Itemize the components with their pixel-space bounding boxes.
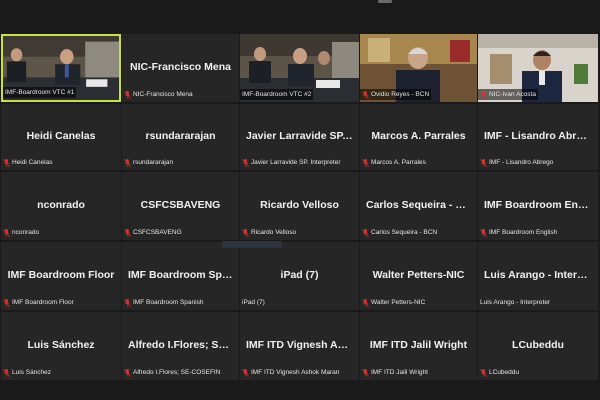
participant-label: IMF-Boardroom VTC #2 (240, 89, 314, 100)
mic-muted-icon (362, 90, 369, 99)
mic-muted-icon (242, 228, 249, 237)
participant-name: IMF - Lisandro Abrego (484, 129, 596, 142)
participant-label: IMF ITD Jalil Wright (362, 367, 475, 378)
participant-name: IMF Boardroom Spanish (128, 268, 239, 281)
mic-muted-icon (480, 368, 487, 377)
participant-label: Alfredo I.Flores; SE-COSEFIN (124, 367, 237, 378)
top-bar (0, 0, 600, 30)
participant-name: Carlos Sequeira - BCN (366, 198, 477, 211)
participant-name: Luis Sánchez (27, 338, 95, 351)
mic-muted-icon (124, 228, 131, 237)
mic-muted-icon (362, 368, 369, 377)
participant-name: IMF Boardroom English (484, 198, 598, 211)
participant-tile[interactable]: IMF ITD Jalil Wright IMF ITD Jalil Wrigh… (360, 312, 477, 380)
participant-label: Ricardo Velloso (242, 227, 357, 238)
bottom-bar (0, 380, 600, 400)
participant-tile[interactable]: Heidi Canelas Heidi Canelas (1, 104, 121, 170)
participant-label: IMF Boardroom English (480, 227, 596, 238)
mic-muted-icon (242, 368, 249, 377)
participant-name: NIC-Francisco Mena (130, 60, 231, 73)
participant-label: IMF-Boardroom VTC #1 (3, 87, 77, 98)
mic-muted-icon (124, 90, 131, 99)
mic-muted-icon (480, 158, 487, 167)
participant-name: Javier Larravide SP. Interpreter (246, 129, 359, 142)
participant-label: rsundararajan (124, 157, 237, 168)
participant-tile[interactable]: IMF ITD Vignesh Ashok Maran IMF ITD Vign… (240, 312, 359, 380)
participant-tile[interactable]: IMF - Lisandro Abrego IMF - Lisandro Abr… (478, 104, 598, 170)
participant-label: IMF ITD Vignesh Ashok Maran (242, 367, 357, 378)
mic-muted-icon (3, 228, 10, 237)
participant-tile[interactable]: iPad (7) iPad (7) (240, 242, 359, 310)
participant-tile[interactable]: IMF-Boardroom VTC #2 (240, 34, 359, 102)
participant-name: Marcos A. Parrales (371, 129, 466, 142)
mic-muted-icon (362, 158, 369, 167)
mic-muted-icon (124, 298, 131, 307)
participant-name: Luis Arango - Interpreter (484, 268, 598, 281)
view-handle[interactable] (378, 0, 392, 3)
mic-muted-icon (362, 228, 369, 237)
participant-tile[interactable]: Ovidio Reyes - BCN (360, 34, 477, 102)
participant-name: IMF ITD Vignesh Ashok Maran (246, 338, 359, 351)
participant-tile[interactable]: Alfredo I.Flores; SE-COSEFIN Alfredo I.F… (122, 312, 239, 380)
participant-label: IMF Boardroom Spanish (124, 297, 237, 308)
mic-muted-icon (242, 158, 249, 167)
participant-label: Walter Petters-NIC (362, 297, 475, 308)
participant-name: CSFCSBAVENG (140, 198, 221, 211)
participant-tile[interactable]: NIC-Ivan Acosta (478, 34, 598, 102)
participant-label: Carlos Sequeira - BCN (362, 227, 475, 238)
participant-tile[interactable]: IMF Boardroom English IMF Boardroom Engl… (478, 172, 598, 240)
participant-gallery: IMF-Boardroom VTC #1 NIC-Francisco Mena … (1, 34, 599, 380)
participant-tile[interactable]: IMF-Boardroom VTC #1 (1, 34, 121, 102)
mic-muted-icon (3, 298, 10, 307)
participant-tile[interactable]: Luis Arango - Interpreter Luis Arango - … (478, 242, 598, 310)
participant-name: IMF Boardroom Floor (7, 268, 115, 281)
participant-name: Ricardo Velloso (260, 198, 339, 211)
participant-tile[interactable]: IMF Boardroom Spanish IMF Boardroom Span… (122, 242, 239, 310)
participant-name: Walter Petters-NIC (372, 268, 465, 281)
participant-label: NIC-Ivan Acosta (478, 89, 538, 100)
floating-control-bar[interactable] (222, 241, 282, 248)
participant-label: LCubeddu (480, 367, 596, 378)
participant-label: Marcos A. Parrales (362, 157, 475, 168)
mic-muted-icon (480, 228, 487, 237)
participant-name: LCubeddu (512, 338, 564, 351)
participant-name: Alfredo I.Flores; SE-COSEFIN (128, 338, 239, 351)
participant-name: nconrado (37, 198, 85, 211)
participant-label: Heidi Canelas (3, 157, 119, 168)
participant-tile[interactable]: NIC-Francisco Mena NIC-Francisco Mena (122, 34, 239, 102)
participant-tile[interactable]: Ricardo Velloso Ricardo Velloso (240, 172, 359, 240)
participant-label: NIC-Francisco Mena (124, 89, 237, 100)
mic-muted-icon (480, 90, 487, 99)
participant-tile[interactable]: Javier Larravide SP. Interpreter Javier … (240, 104, 359, 170)
participant-tile[interactable]: Luis Sánchez Luis Sánchez (1, 312, 121, 380)
participant-name: iPad (7) (280, 268, 319, 281)
participant-tile[interactable]: IMF Boardroom Floor IMF Boardroom Floor (1, 242, 121, 310)
participant-label: IMF - Lisandro Abrego (480, 157, 596, 168)
participant-name: Heidi Canelas (26, 129, 96, 142)
participant-tile[interactable]: LCubeddu LCubeddu (478, 312, 598, 380)
participant-label: Luis Sánchez (3, 367, 119, 378)
mic-muted-icon (124, 158, 131, 167)
mic-muted-icon (3, 368, 10, 377)
participant-tile[interactable]: CSFCSBAVENG CSFCSBAVENG (122, 172, 239, 240)
participant-tile[interactable]: rsundararajan rsundararajan (122, 104, 239, 170)
mic-muted-icon (362, 298, 369, 307)
participant-label: nconrado (3, 227, 119, 238)
participant-tile[interactable]: Walter Petters-NIC Walter Petters-NIC (360, 242, 477, 310)
participant-label: Ovidio Reyes - BCN (360, 89, 432, 100)
participant-name: IMF ITD Jalil Wright (369, 338, 468, 351)
mic-muted-icon (124, 368, 131, 377)
participant-label: IMF Boardroom Floor (3, 297, 119, 308)
participant-tile[interactable]: Carlos Sequeira - BCN Carlos Sequeira - … (360, 172, 477, 240)
participant-label: Luis Arango - Interpreter (480, 299, 551, 306)
participant-label: iPad (7) (242, 299, 265, 306)
mic-muted-icon (3, 158, 10, 167)
participant-name: rsundararajan (145, 129, 216, 142)
participant-label: CSFCSBAVENG (124, 227, 237, 238)
participant-label: Javier Larravide SP. Interpreter (242, 157, 357, 168)
participant-tile[interactable]: Marcos A. Parrales Marcos A. Parrales (360, 104, 477, 170)
participant-tile[interactable]: nconrado nconrado (1, 172, 121, 240)
